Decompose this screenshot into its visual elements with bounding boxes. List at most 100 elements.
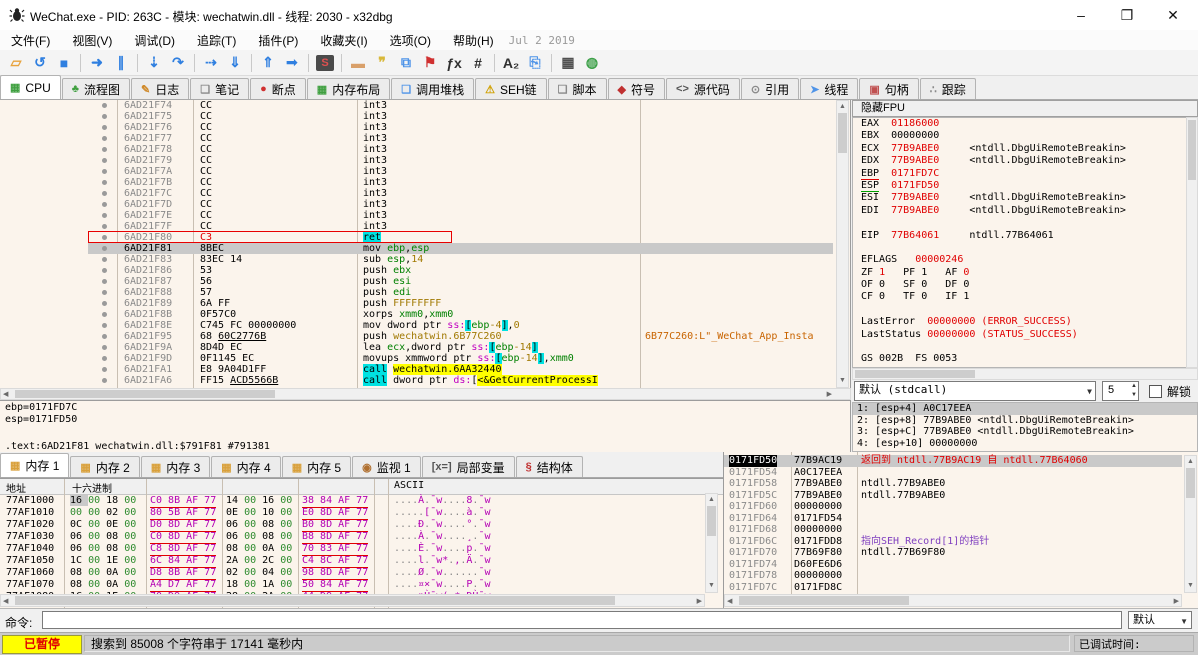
breakpoint-bullet[interactable] — [102, 268, 107, 273]
disasm-row[interactable]: 6AD21F8756push esi — [0, 276, 851, 287]
disasm-row[interactable]: 6AD21FA1E8 9A04D1FFcall wechatwin.6AA324… — [0, 364, 851, 375]
disasm-row[interactable]: 6AD21F78CCint3 — [0, 144, 851, 155]
register-line[interactable]: ESP 0171FD50 — [853, 180, 1197, 192]
strings-icon[interactable]: S — [316, 55, 334, 71]
menu-item[interactable]: 帮助(H) — [442, 30, 505, 51]
disasm-row[interactable]: 6AD21FA6FF15 ACD5566Bcall dword ptr ds:[… — [0, 375, 851, 386]
breakpoint-bullet[interactable] — [102, 103, 107, 108]
breakpoint-bullet[interactable] — [102, 169, 107, 174]
disasm-row[interactable]: 6AD21F8EC745 FC 00000000mov dword ptr ss… — [0, 320, 851, 331]
tab-断点[interactable]: ●断点 — [250, 78, 306, 99]
tab-结构体[interactable]: §结构体 — [516, 456, 583, 477]
breakpoint-bullet[interactable] — [102, 257, 107, 262]
globe-icon[interactable]: ◍ — [580, 53, 604, 73]
scroll-thumb[interactable] — [1188, 120, 1196, 180]
disasm-row[interactable]: 6AD21F9A8D4D EClea ecx,dword ptr ss:[ebp… — [0, 342, 851, 353]
register-line[interactable] — [853, 217, 1197, 229]
dump-row[interactable]: 77AF107008 00 0A 00A4 D7 AF 7718 00 1A 0… — [0, 579, 700, 591]
breakpoint-bullet[interactable] — [102, 158, 107, 163]
tab-内存布局[interactable]: ▦内存布局 — [307, 78, 390, 99]
register-line[interactable]: EBP 0171FD7C — [853, 168, 1197, 180]
disasm-row[interactable]: 6AD21F79CCint3 — [0, 155, 851, 166]
register-line[interactable]: LastStatus 00000000 (STATUS_SUCCESS) — [853, 329, 1197, 341]
tab-笔记[interactable]: ❏笔记 — [190, 78, 249, 99]
disasm-vscrollbar[interactable]: ▲ ▼ — [836, 100, 849, 388]
disasm-row[interactable]: 6AD21F8857push edi — [0, 287, 851, 298]
scroll-thumb[interactable] — [739, 596, 909, 605]
functions-icon[interactable]: ƒx — [442, 53, 466, 73]
menu-item[interactable]: 插件(P) — [247, 30, 309, 51]
breakpoint-bullet[interactable] — [102, 290, 107, 295]
maximize-button[interactable]: ❐ — [1104, 0, 1150, 30]
attach-icon[interactable]: ⎘ — [523, 53, 547, 73]
tab-内存 2[interactable]: ▦内存 2 — [70, 456, 139, 477]
tab-局部变量[interactable]: [x=]局部变量 — [422, 456, 515, 477]
disasm-row[interactable]: 6AD21F7BCCint3 — [0, 177, 851, 188]
calculator-icon[interactable]: ▦ — [556, 53, 580, 73]
menu-item[interactable]: 视图(V) — [61, 30, 123, 51]
disasm-row[interactable]: 6AD21F9D0F1145 ECmovups xmmword ptr ss:[… — [0, 353, 851, 364]
register-line[interactable] — [853, 341, 1197, 353]
breakpoint-bullet[interactable] — [102, 367, 107, 372]
argument-line[interactable]: 3: [esp+C] 77B9ABE0 <ntdll.DbgUiRemoteBr… — [853, 426, 1197, 438]
menu-item[interactable]: 文件(F) — [0, 30, 61, 51]
close-button[interactable]: ✕ — [1150, 0, 1196, 30]
patches-icon[interactable]: ▬ — [346, 53, 370, 73]
stack-row[interactable]: 0171FD6000000000 — [724, 501, 1182, 513]
stack-row[interactable]: 0171FD54A0C17EEA — [724, 467, 1182, 479]
stop-icon[interactable]: ■ — [52, 53, 76, 73]
tab-CPU[interactable]: ▦CPU — [0, 75, 61, 99]
disasm-row[interactable]: 6AD21F8B0F57C0xorps xmm0,xmm0 — [0, 309, 851, 320]
scroll-thumb[interactable] — [15, 596, 615, 605]
spin-up-icon[interactable]: ▲ — [1131, 383, 1137, 390]
stack-row[interactable]: 0171FD5C77B9ABE0ntdll.77B9ABE0 — [724, 490, 1182, 502]
register-line[interactable]: EDX 77B9ABE0 <ntdll.DbgUiRemoteBreakin> — [853, 155, 1197, 167]
tab-内存 1[interactable]: ▦内存 1 — [0, 453, 69, 477]
stack-row[interactable]: 0171FD7800000000 — [724, 570, 1182, 582]
tab-日志[interactable]: ✎日志 — [131, 78, 189, 99]
disasm-row[interactable]: 6AD21F76CCint3 — [0, 122, 851, 133]
disasm-row[interactable]: 6AD21F896A FFpush FFFFFFFF — [0, 298, 851, 309]
register-line[interactable]: GS 002B FS 0053 — [853, 353, 1197, 365]
argument-line[interactable]: 4: [esp+10] 00000000 — [853, 438, 1197, 450]
tab-句柄[interactable]: ▣句柄 — [859, 78, 918, 99]
breakpoint-bullet[interactable] — [102, 147, 107, 152]
memory-dump-panel[interactable]: 地址 十六进制 ASCII 77AF100016 00 18 00C0 8B A… — [0, 478, 723, 608]
stack-vscrollbar[interactable]: ▲ ▼ — [1184, 455, 1197, 593]
register-line[interactable]: EFLAGS 00000246 — [853, 254, 1197, 266]
tab-线程[interactable]: ➤线程 — [800, 78, 858, 99]
comments-icon[interactable]: ❞ — [370, 53, 394, 73]
breakpoint-bullet[interactable] — [102, 224, 107, 229]
restart-icon[interactable]: ↺ — [28, 53, 52, 73]
disassembly-panel[interactable]: 6AD21F74CCint36AD21F75CCint36AD21F76CCin… — [0, 100, 851, 388]
tab-SEH链[interactable]: ⚠SEH链 — [475, 78, 547, 99]
disasm-row[interactable]: 6AD21F7ACCint3 — [0, 166, 851, 177]
breakpoint-bullet[interactable] — [102, 246, 107, 251]
stack-panel[interactable]: 0171FD5077B9AC19返回到 ntdll.77B9AC19 自 ntd… — [723, 452, 1198, 608]
breakpoint-bullet[interactable] — [102, 213, 107, 218]
stack-row[interactable]: 0171FD640171FD54 — [724, 513, 1182, 525]
disasm-row[interactable]: 6AD21F77CCint3 — [0, 133, 851, 144]
stack-row[interactable]: 0171FD6800000000 — [724, 524, 1182, 536]
scroll-thumb[interactable] — [707, 506, 716, 536]
tab-内存 4[interactable]: ▦内存 4 — [211, 456, 280, 477]
arguments-panel[interactable]: 1: [esp+4] A0C17EEA2: [esp+8] 77B9ABE0 <… — [852, 402, 1198, 452]
disasm-hscrollbar[interactable]: ◀ ▶ — [0, 388, 851, 400]
breakpoint-bullet[interactable] — [102, 312, 107, 317]
tab-监视 1[interactable]: ◉监视 1 — [352, 456, 421, 477]
breakpoint-bullet[interactable] — [102, 202, 107, 207]
scroll-right-arrow[interactable]: ▶ — [1174, 597, 1179, 607]
run-icon[interactable]: ➜ — [85, 53, 109, 73]
unlock-checkbox[interactable] — [1149, 385, 1162, 398]
hash-icon[interactable]: # — [466, 53, 490, 73]
register-line[interactable]: EAX 01186000 — [853, 118, 1197, 130]
scroll-down-arrow[interactable]: ▼ — [1185, 581, 1196, 591]
breakpoint-bullet[interactable] — [102, 180, 107, 185]
register-line[interactable]: ZF 1 PF 1 AF 0 — [853, 267, 1197, 279]
scroll-left-arrow[interactable]: ◀ — [727, 597, 732, 607]
disasm-row[interactable]: 6AD21F818BECmov ebp,esp — [0, 243, 851, 254]
dump-row[interactable]: 77AF10200C 00 0E 00D0 8D AF 7706 00 08 0… — [0, 519, 700, 531]
minimize-button[interactable]: – — [1058, 0, 1104, 30]
stack-row[interactable]: 0171FD7C0171FD8C — [724, 582, 1182, 594]
stack-hscrollbar[interactable]: ◀ ▶ — [724, 594, 1182, 607]
